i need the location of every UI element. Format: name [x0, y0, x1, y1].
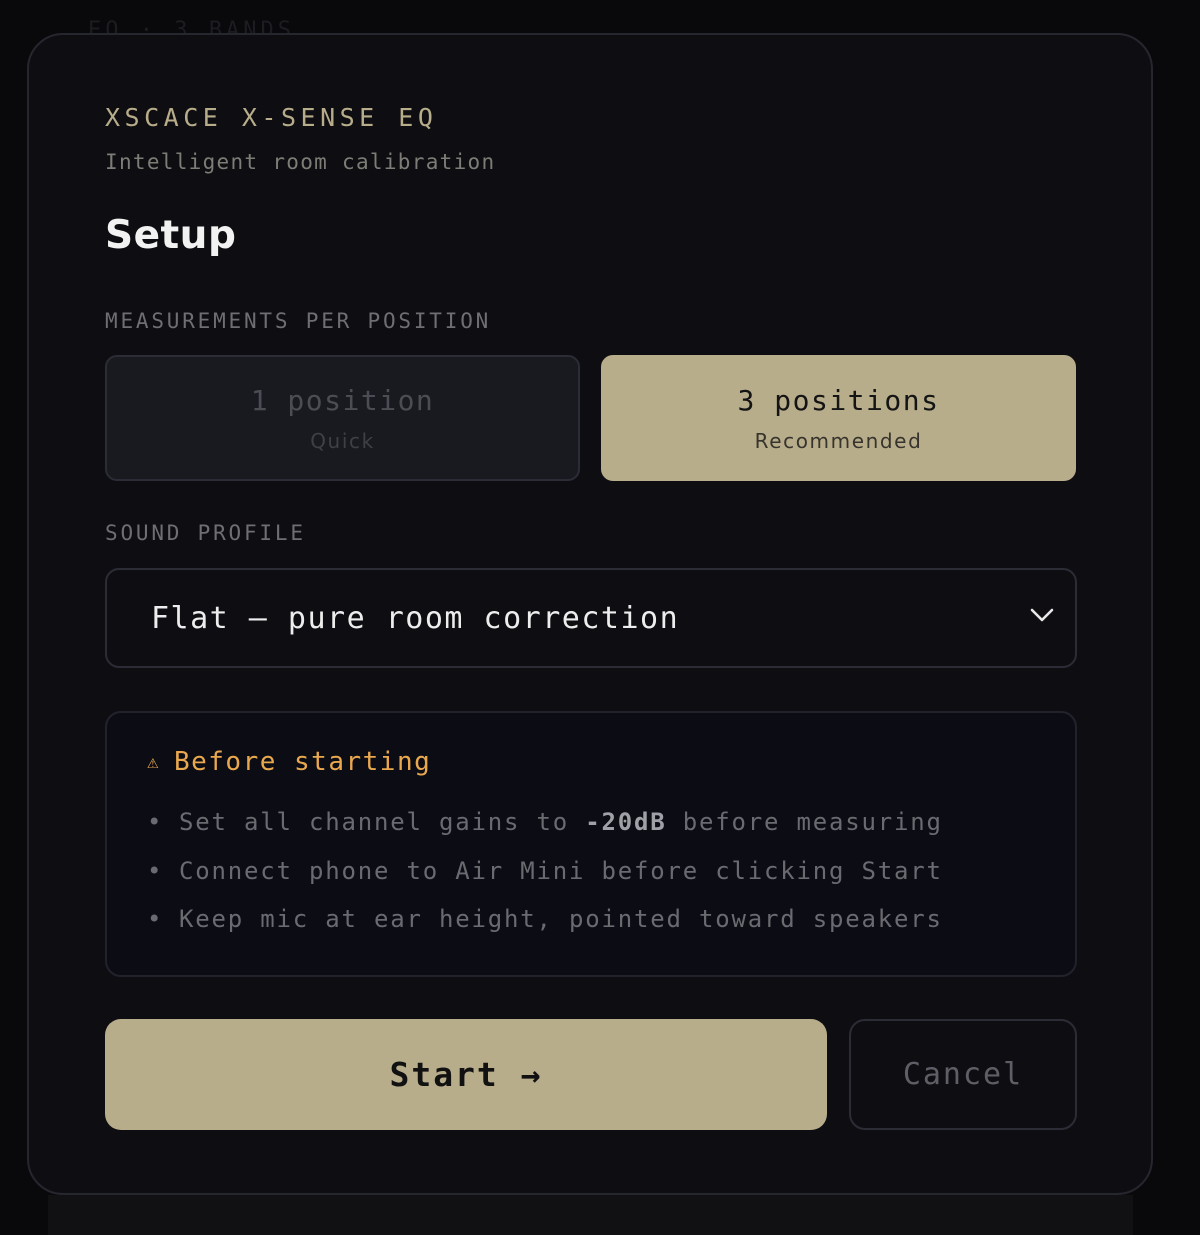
gain-value: -20dB — [585, 808, 667, 836]
option-3-positions[interactable]: 3 positions Recommended — [601, 355, 1076, 481]
bullet-icon: • — [147, 808, 164, 836]
brand-subtitle: Intelligent room calibration — [105, 150, 496, 174]
option-sub-label: Recommended — [754, 428, 923, 453]
list-item: • Keep mic at ear height, pointed toward… — [147, 902, 943, 951]
list-item-text: Connect phone to Air Mini before clickin… — [179, 856, 943, 885]
bullet-icon: • — [147, 856, 164, 885]
list-item-text: Keep mic at ear height, pointed toward s… — [179, 905, 943, 933]
option-sub-label: Quick — [310, 428, 375, 453]
cancel-button[interactable]: Cancel — [849, 1019, 1077, 1130]
sound-profile-select[interactable]: Flat — pure room correction — [105, 568, 1077, 668]
measurements-label: MEASUREMENTS PER POSITION — [105, 309, 492, 333]
background-strip — [48, 1195, 1133, 1235]
warning-icon: ⚠ — [147, 751, 160, 773]
notice-title-text: Before starting — [173, 747, 432, 777]
list-item: • Set all channel gains to -20dB before … — [147, 805, 943, 854]
chevron-down-icon — [1029, 606, 1055, 628]
brand-title: XSCACE X-SENSE EQ — [105, 103, 438, 132]
page-title: Setup — [105, 213, 237, 258]
setup-modal: XSCACE X-SENSE EQ Intelligent room calib… — [27, 33, 1153, 1195]
start-button[interactable]: Start → — [105, 1019, 827, 1130]
list-item-text: Set all channel gains to -20dB before me… — [179, 808, 943, 836]
before-starting-notice: ⚠ Before starting • Set all channel gain… — [105, 711, 1077, 977]
option-main-label: 3 positions — [737, 383, 940, 417]
option-1-position[interactable]: 1 position Quick — [105, 355, 580, 481]
list-item: • Connect phone to Air Mini before click… — [147, 854, 943, 903]
sound-profile-label: SOUND PROFILE — [105, 521, 306, 545]
option-main-label: 1 position — [250, 383, 435, 417]
sound-profile-value: Flat — pure room correction — [151, 600, 680, 636]
notice-title: ⚠ Before starting — [147, 747, 431, 777]
bullet-icon: • — [147, 905, 164, 933]
notice-list: • Set all channel gains to -20dB before … — [147, 805, 943, 951]
